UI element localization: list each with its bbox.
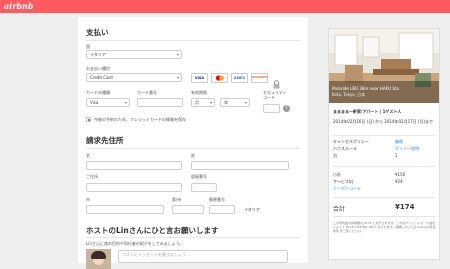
payment-method-value: Credit Card [90,75,113,80]
house-rules-label: ハウスルール [333,146,357,151]
listing-photo: Parkside LBU 38m near HAKU Sta Koto, Tok… [329,29,439,103]
card-type-select[interactable]: Visa [86,98,130,107]
address-label: ご住所 [86,174,98,179]
subtotal-label: 小計 [333,172,341,177]
security-code-input[interactable] [263,104,280,113]
payment-title: 支払い [86,28,109,37]
service-fee-value: ¥24 [395,179,403,184]
mastercard-icon [211,73,228,83]
zip-input[interactable] [209,205,235,214]
expiry-year-value: 年 [224,100,228,105]
visa-icon: VISA [191,73,208,83]
total-label: 合計 [333,206,346,213]
save-card-checkbox[interactable] [86,117,91,122]
listing-location: Koto, Tokyo, 日本 [332,92,366,97]
host-message-input[interactable]: ホストにメッセージを書きましょう... [118,250,288,263]
divider [333,135,435,136]
security-code-label: セキュリティコード [263,90,287,100]
nights-label: 泊 [333,153,337,158]
last-name-input[interactable] [86,161,182,170]
message-placeholder: ホストにメッセージを書きましょう... [122,252,190,257]
host-avatar [86,249,111,269]
city-input[interactable] [86,205,164,214]
expiry-month-select[interactable]: 月 [191,98,215,107]
payment-footnote: この予約金の請求額は ¥174 と表示されます。これはクレジットカード会社によっ… [333,221,436,233]
house-rules-link[interactable]: ポリシー説明 [395,146,419,151]
airbnb-logo[interactable]: airbnb [4,1,33,11]
message-subtitle: Linさんに旅の目的や同行者の紹介をしてみましょう。 [86,241,184,246]
expiry-label: 有効期限 [191,90,207,95]
state-label: 県/州 [172,197,182,202]
card-type-label: カードの種類 [86,90,110,95]
address-input[interactable] [86,183,182,192]
state-input[interactable] [172,205,204,214]
save-card-label: 今後の予約のため、クレジットカードの情報を保存 [94,117,186,122]
divider [86,237,300,238]
total-value: ¥174 [395,203,415,211]
booking-dates: 2014年02月16日 (日) から 2014年02月17日 (月)まで [333,119,434,124]
coupon-link[interactable]: クーポンコード [333,186,361,191]
divider [86,40,300,41]
last-name-label: 名 [86,153,90,158]
divider [333,216,435,217]
cancel-policy-label: キャンセルポリシー [333,139,369,144]
nights-value: 1 [395,153,398,158]
billing-country: イタリア [244,207,260,212]
listing-name[interactable]: Parkside LBU 38m near HAKU Sta [332,86,399,91]
payment-method-select[interactable]: Credit Card [86,73,182,82]
subtotal-value: ¥150 [395,172,406,177]
checkmark-icon [88,119,90,121]
discover-icon: DISCOVER [251,73,268,83]
booking-form: 支払い 国 イタリア お支払い種別 Credit Card VISA AMEX … [78,17,308,269]
card-number-input[interactable] [137,98,183,107]
divider [333,197,435,198]
message-title: ホストのLinさんにひと言お願いします [86,226,219,235]
first-name-input[interactable] [191,161,289,170]
first-name-label: 姓 [191,153,195,158]
country-select[interactable]: イタリア [86,50,182,59]
card-type-value: Visa [90,100,99,105]
divider [333,166,435,167]
expiry-year-select[interactable]: 年 [220,98,250,107]
listing-title: まるまる一軒家/アパート | 1ゲスト人 [333,109,402,114]
top-bar [0,0,450,13]
service-fee-label: サービス料 [333,179,353,184]
zip-label: 郵便番号 [209,197,225,202]
country-value: イタリア [90,52,106,57]
billing-title: 請求先住所 [86,136,124,145]
amex-icon: AMEX [231,73,248,83]
payment-method-label: お支払い種別 [86,66,110,71]
apt-input[interactable] [191,183,217,192]
help-icon[interactable]: ? [283,105,290,112]
divider [86,148,300,149]
card-number-label: カード番号 [137,90,157,95]
expiry-month-value: 月 [195,100,199,105]
apt-label: 部屋番号 [191,174,207,179]
booking-summary: Parkside LBU 38m near HAKU Sta Koto, Tok… [328,28,440,260]
cancel-policy-link[interactable]: 厳格 [395,139,403,144]
city-label: 市 [86,197,90,202]
